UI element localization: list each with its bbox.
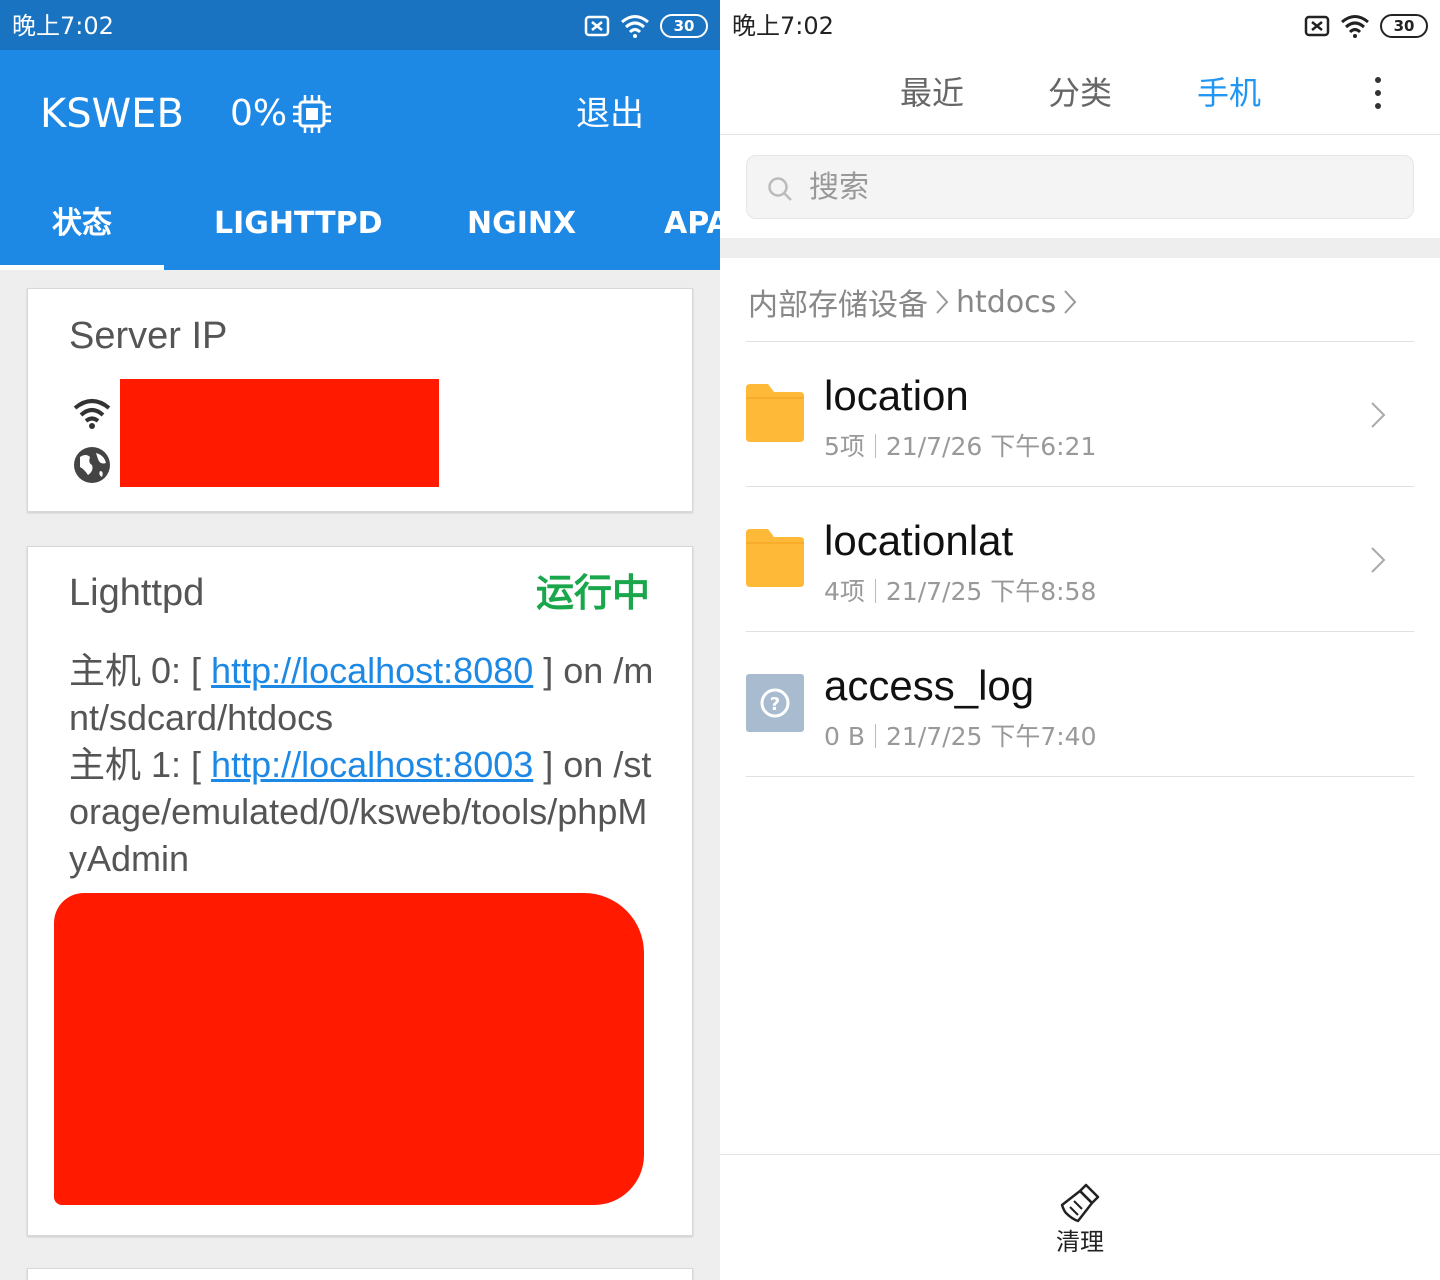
cpu-chip-icon [293, 95, 332, 133]
tab-lighttpd[interactable]: LIGHTTPD [214, 206, 383, 242]
exit-button[interactable]: 退出 [576, 90, 644, 138]
file-row-access-log[interactable]: ? access_log 0 B 21/7/25 下午7:40 [720, 632, 1440, 776]
battery-icon: 30 [1380, 14, 1428, 38]
section-divider [720, 238, 1440, 258]
chevron-right-icon [1064, 290, 1077, 314]
host-entry: 主机 1: [ http://localhost:8003 ] on /stor… [69, 744, 652, 879]
ksweb-app: 晚上7:02 30 KSWEB 0% 退出 状态 LIGHTTPD NGINX … [0, 0, 720, 1280]
app-bar: KSWEB 0% 退出 状态 LIGHTTPD NGINX APA [0, 50, 720, 270]
file-meta: 5项 21/7/26 下午6:21 [824, 432, 1097, 461]
search-bar [746, 155, 1414, 219]
chevron-right-icon [1371, 547, 1386, 573]
tab-nginx[interactable]: NGINX [467, 206, 576, 242]
battery-icon: 30 [660, 14, 708, 38]
clean-label: 清理 [1056, 1228, 1104, 1256]
file-manager-app: 晚上7:02 30 最近 分类 手机 内部存储设备 htdocs locatio… [720, 0, 1440, 1280]
folder-icon [746, 384, 804, 442]
cpu-usage: 0% [230, 90, 333, 138]
status-bar: 晚上7:02 30 [720, 0, 1440, 50]
breadcrumb-htdocs[interactable]: htdocs [956, 285, 1056, 320]
host-link[interactable]: http://localhost:8080 [211, 650, 533, 691]
host-link[interactable]: http://localhost:8003 [211, 744, 533, 785]
redacted-region [54, 893, 644, 1205]
file-meta: 4项 21/7/25 下午8:58 [824, 577, 1097, 606]
server-ip-card: Server IP [27, 288, 693, 512]
file-name: location [824, 372, 969, 419]
tab-phone[interactable]: 手机 [1197, 74, 1261, 112]
folder-icon [746, 529, 804, 587]
file-name: locationlat [824, 517, 1014, 564]
clean-button[interactable]: 清理 [1038, 1177, 1122, 1267]
card-title: Server IP [69, 315, 228, 357]
card-title: Lighttpd [69, 572, 205, 614]
next-card [27, 1268, 693, 1280]
unknown-file-icon: ? [746, 674, 804, 732]
bottom-toolbar: 清理 [720, 1154, 1440, 1280]
wifi-icon [73, 399, 111, 429]
app-title: KSWEB [40, 91, 184, 137]
breadcrumb-internal-storage[interactable]: 内部存储设备 [748, 280, 928, 324]
category-tabs: 最近 分类 手机 [720, 50, 1440, 135]
status-icons: 30 [584, 12, 708, 40]
host-entry: 主机 0: [ http://localhost:8080 ] on /mnt/… [69, 650, 654, 738]
tab-apache[interactable]: APA [664, 206, 720, 242]
file-meta: 0 B 21/7/25 下午7:40 [824, 722, 1097, 751]
divider [746, 776, 1414, 777]
status-time: 晚上7:02 [732, 12, 834, 40]
breadcrumb: 内部存储设备 htdocs [748, 280, 1078, 324]
cpu-percent: 0% [230, 93, 288, 134]
chevron-right-icon [936, 290, 949, 314]
more-dot-icon [1375, 90, 1381, 96]
status-time: 晚上7:02 [12, 12, 114, 40]
redacted-ip-addresses [120, 379, 439, 487]
search-input[interactable] [809, 156, 1399, 218]
globe-icon [74, 447, 110, 483]
file-row-locationlat[interactable]: locationlat 4项 21/7/25 下午8:58 [720, 487, 1440, 631]
no-sim-icon [584, 15, 610, 37]
svg-text:?: ? [770, 694, 780, 715]
search-icon [768, 177, 792, 201]
wifi-icon [621, 15, 649, 38]
tab-bar: 状态 LIGHTTPD NGINX APA [0, 180, 720, 270]
more-dot-icon [1375, 103, 1381, 109]
file-name: access_log [824, 662, 1035, 709]
tab-status[interactable]: 状态 [52, 206, 112, 242]
wifi-icon [1341, 15, 1369, 38]
tab-category[interactable]: 分类 [1048, 74, 1112, 112]
tab-recent[interactable]: 最近 [900, 74, 964, 112]
status-bar: 晚上7:02 30 [0, 0, 720, 50]
file-row-location[interactable]: location 5项 21/7/26 下午6:21 [720, 342, 1440, 486]
tab-indicator [0, 265, 164, 270]
no-sim-icon [1304, 15, 1330, 37]
brush-icon [1060, 1183, 1100, 1223]
status-icons: 30 [1304, 12, 1428, 40]
lighttpd-card: Lighttpd 运行中 主机 0: [ http://localhost:80… [27, 546, 693, 1236]
more-options-button[interactable] [1368, 74, 1388, 112]
host-list: 主机 0: [ http://localhost:8080 ] on /mnt/… [69, 647, 659, 882]
chevron-right-icon [1371, 402, 1386, 428]
server-status: 运行中 [535, 571, 650, 615]
more-dot-icon [1375, 77, 1381, 83]
